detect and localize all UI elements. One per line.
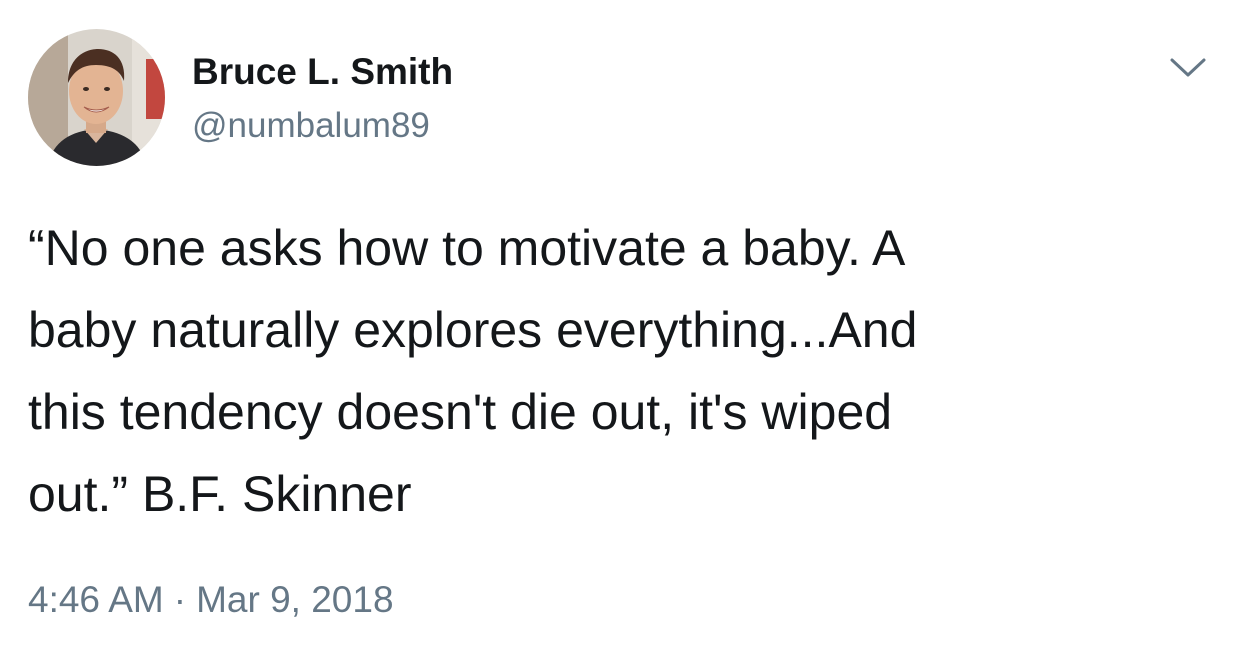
profile-photo-image xyxy=(28,29,165,166)
tweet-date[interactable]: Mar 9, 2018 xyxy=(196,579,393,620)
meta-separator: · xyxy=(173,579,187,620)
tweet-time[interactable]: 4:46 AM xyxy=(28,579,164,620)
tweet-text-line: “No one asks how to motivate a baby. A xyxy=(28,220,906,276)
tweet-text: “No one asks how to motivate a baby. A b… xyxy=(28,207,1188,535)
tweet-menu-button[interactable] xyxy=(1164,48,1212,88)
avatar[interactable] xyxy=(28,29,165,166)
tweet-meta: 4:46 AM · Mar 9, 2018 xyxy=(28,578,394,622)
tweet-text-line: out.” B.F. Skinner xyxy=(28,466,412,522)
tweet-text-line: this tendency doesn't die out, it's wipe… xyxy=(28,384,893,440)
tweet-text-line: baby naturally explores everything...And xyxy=(28,302,918,358)
tweet-card: Bruce L. Smith @numbalum89 “No one asks … xyxy=(0,0,1237,646)
user-handle[interactable]: @numbalum89 xyxy=(192,105,430,147)
chevron-down-icon xyxy=(1170,58,1206,77)
display-name[interactable]: Bruce L. Smith xyxy=(192,50,453,94)
